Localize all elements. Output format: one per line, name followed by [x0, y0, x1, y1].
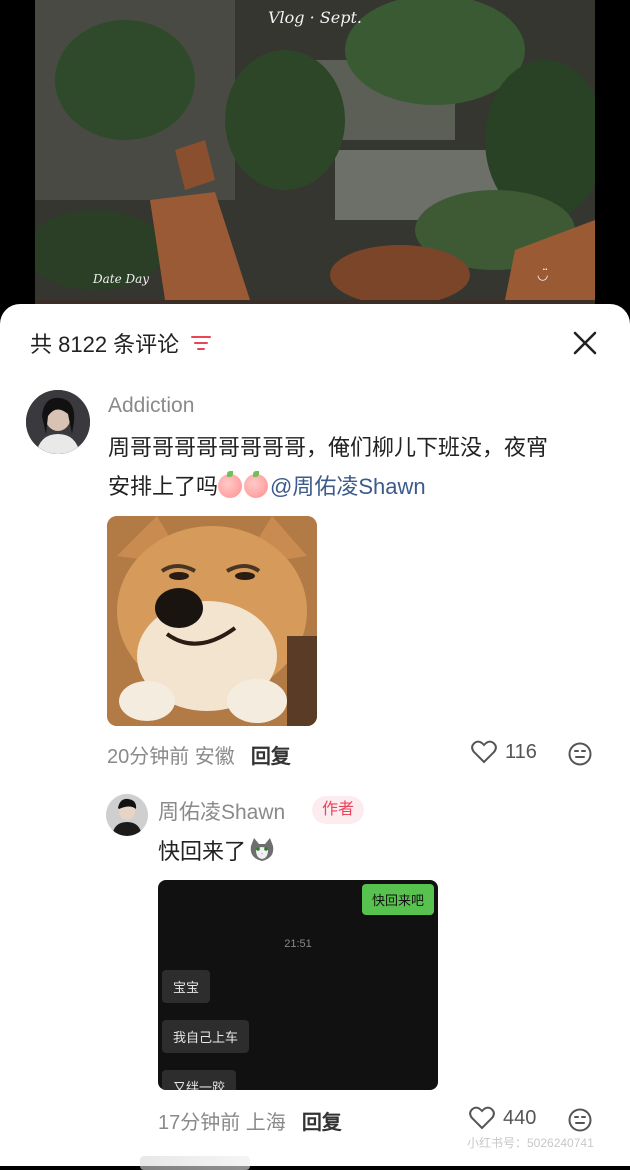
comment-text-line1: 周哥哥哥哥哥哥哥哥，俺们柳儿下班没，夜宵 [108, 435, 549, 460]
reply-image-chat-screenshot[interactable]: 快回来吧 21:51 宝宝 我自己上车 又绊一跤 [158, 880, 438, 1090]
video-player[interactable]: Vlog · Sept. Date Day ◡̈ [0, 0, 630, 330]
comments-header: 共 8122 条评论 [30, 326, 212, 360]
chat-bubble: 宝宝 [162, 970, 211, 1003]
peach-emoji-icon [244, 471, 269, 498]
smile-icon: ◡̈ [537, 268, 549, 283]
like-button[interactable]: 116 [471, 740, 537, 764]
comment-meta: 20分钟前 安徽 回复 [107, 740, 291, 769]
video-caption: Date Day [93, 272, 150, 286]
reply-button[interactable]: 回复 [302, 1106, 342, 1135]
comments-sheet: 共 8122 条评论 Addiction 周哥哥哥哥哥哥哥哥，俺们柳儿下班没，夜… [0, 304, 630, 1170]
like-count: 440 [503, 1106, 537, 1129]
reply-text: 快回来了 [158, 834, 276, 866]
cat-emoji-icon [250, 838, 274, 861]
comment-username[interactable]: Addiction [108, 394, 194, 418]
video-frame: Vlog · Sept. Date Day ◡̈ [35, 0, 595, 330]
watermark: 小红书号：5026240741 [467, 1136, 594, 1150]
reply-meta: 17分钟前 上海 回复 [158, 1106, 342, 1135]
avatar[interactable] [26, 390, 90, 454]
sort-filter-icon[interactable] [191, 335, 212, 351]
like-count: 116 [505, 740, 537, 763]
mention-link[interactable]: @周佑凌Shawn [270, 474, 426, 499]
like-button[interactable]: 440 [469, 1106, 536, 1130]
emoji-react-icon[interactable] [568, 742, 592, 766]
reply-button[interactable]: 回复 [251, 740, 291, 769]
comment-time-location: 20分钟前 安徽 [107, 746, 235, 768]
emoji-react-icon[interactable] [568, 1108, 592, 1132]
close-icon[interactable] [572, 330, 598, 356]
heart-icon [471, 740, 497, 764]
chat-bubble: 又绊一跤 [162, 1070, 237, 1090]
comment-count: 共 8122 条评论 [30, 332, 180, 357]
comment-text: 周哥哥哥哥哥哥哥哥，俺们柳儿下班没，夜宵 安排上了吗 @周佑凌Shawn [108, 428, 608, 506]
reply-time-location: 17分钟前 上海 [158, 1112, 286, 1134]
video-title: Vlog · Sept. [268, 8, 362, 27]
chat-bubble: 我自己上车 [162, 1020, 250, 1053]
reply-text-content: 快回来了 [158, 839, 247, 864]
comment-text-line2: 安排上了吗 [108, 474, 219, 499]
next-comment-peek [140, 1156, 250, 1170]
chat-bubble-green: 快回来吧 [361, 884, 434, 915]
avatar[interactable] [106, 794, 148, 836]
peach-emoji-icon [218, 471, 243, 498]
heart-icon [469, 1106, 495, 1130]
author-badge: 作者 [312, 796, 365, 824]
comment-image-shiba[interactable] [107, 516, 317, 726]
reply-username[interactable]: 周佑凌Shawn [158, 796, 285, 826]
chat-time: 21:51 [284, 938, 312, 950]
